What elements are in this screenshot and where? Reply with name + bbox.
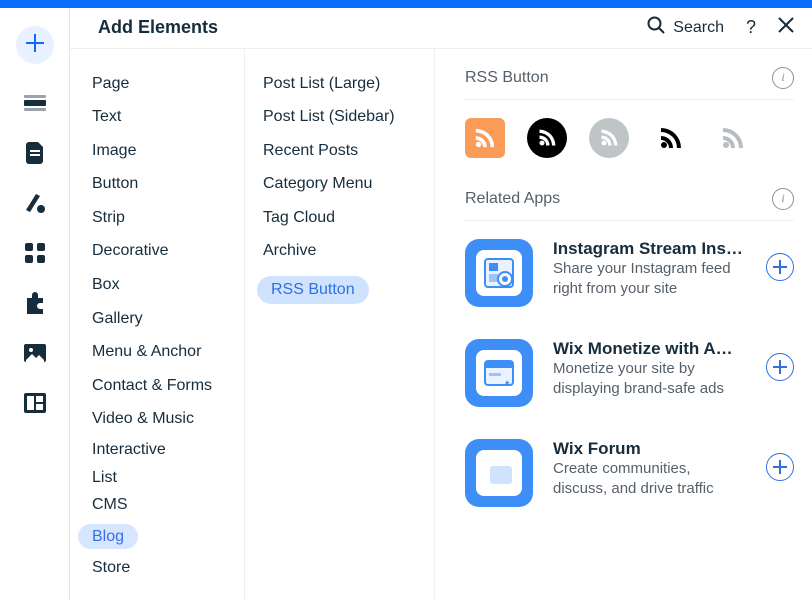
rss-style-grey-plain[interactable] [713, 118, 753, 158]
info-icon[interactable]: i [772, 67, 794, 89]
app-icon [465, 339, 533, 407]
app-description: Share your Instagram feed right from you… [553, 259, 746, 300]
app-title: Instagram Stream Ins… [553, 239, 746, 259]
category-item-label: Page [92, 75, 129, 92]
sublist-item[interactable]: Archive [263, 234, 422, 268]
add-elements-rail-button[interactable] [16, 26, 54, 64]
category-item[interactable]: Strip [92, 201, 244, 235]
category-item-label: List [92, 469, 117, 486]
sublist-item-label: Recent Posts [263, 142, 358, 159]
subcategory-column: Post List (Large) Post List (Sidebar) Rece… [245, 49, 435, 600]
sublist-item[interactable]: RSS Button [263, 268, 422, 312]
rail-icon-page[interactable] [24, 142, 46, 164]
rail-icon-media[interactable] [24, 342, 46, 364]
sublist-item-label: RSS Button [257, 276, 369, 304]
category-item-label: Blog [78, 524, 138, 550]
app-description: Monetize your site by displaying brand-s… [553, 359, 746, 400]
sublist-item-label: Category Menu [263, 175, 372, 192]
rss-style-row [465, 118, 794, 158]
rss-style-black-circle[interactable] [527, 118, 567, 158]
top-accent-bar [0, 0, 812, 8]
category-item[interactable]: Video & Music [92, 402, 244, 436]
category-item[interactable]: Blog [92, 519, 244, 555]
related-app[interactable]: Wix ForumCreate communities, discuss, an… [465, 439, 794, 507]
rss-section-title: RSS Button [465, 69, 549, 87]
category-item-label: Menu & Anchor [92, 343, 201, 360]
category-item-label: Interactive [92, 441, 166, 458]
sublist-item-label: Post List (Large) [263, 75, 380, 92]
rss-style-grey-circle[interactable] [589, 118, 629, 158]
search-label: Search [673, 19, 724, 37]
category-item-label: Box [92, 276, 120, 293]
sublist-item[interactable]: Category Menu [263, 167, 422, 201]
add-app-button[interactable] [766, 353, 794, 381]
sublist-item[interactable]: Post List (Large) [263, 67, 422, 101]
rail-icon-layout[interactable] [24, 392, 46, 414]
related-app[interactable]: Instagram Stream Ins…Share your Instagra… [465, 239, 794, 307]
search-icon [647, 16, 665, 39]
category-item[interactable]: Contact & Forms [92, 369, 244, 403]
category-item-label: Image [92, 142, 136, 159]
related-app[interactable]: Wix Monetize with A…Monetize your site b… [465, 339, 794, 407]
category-item[interactable]: CMS [92, 491, 244, 519]
category-item[interactable]: Gallery [92, 302, 244, 336]
rail-icon-design[interactable] [24, 192, 46, 214]
app-description: Create communities, discuss, and drive t… [553, 459, 746, 500]
close-icon[interactable] [778, 17, 794, 38]
plus-icon [773, 260, 787, 274]
app-icon [465, 439, 533, 507]
rail-icon-addons[interactable] [24, 292, 46, 314]
app-title: Wix Monetize with A… [553, 339, 746, 359]
related-apps-title: Related Apps [465, 190, 560, 208]
category-item[interactable]: List [92, 464, 244, 492]
sublist-item-label: Tag Cloud [263, 209, 335, 226]
sublist-item[interactable]: Recent Posts [263, 134, 422, 168]
category-item-label: Store [92, 559, 130, 576]
sublist-item-label: Post List (Sidebar) [263, 108, 395, 125]
help-icon[interactable]: ? [746, 17, 756, 38]
category-item[interactable]: Store [92, 554, 244, 582]
app-title: Wix Forum [553, 439, 746, 459]
category-item[interactable]: Interactive [92, 436, 244, 464]
category-item-label: Contact & Forms [92, 377, 212, 394]
plus-icon [773, 460, 787, 474]
category-item[interactable]: Menu & Anchor [92, 335, 244, 369]
sublist-item[interactable]: Post List (Sidebar) [263, 100, 422, 134]
category-item-label: Gallery [92, 310, 143, 327]
category-item-label: Button [92, 175, 138, 192]
sublist-item-label: Archive [263, 242, 316, 259]
info-icon[interactable]: i [772, 188, 794, 210]
category-item-label: Strip [92, 209, 125, 226]
panel-title: Add Elements [98, 17, 647, 38]
category-item-label: Video & Music [92, 410, 194, 427]
tool-rail [0, 8, 70, 600]
plus-icon [26, 34, 44, 57]
category-item-label: Decorative [92, 242, 168, 259]
app-icon [465, 239, 533, 307]
sublist-item[interactable]: Tag Cloud [263, 201, 422, 235]
category-column: Page Text Image Button Strip Decorative Box Gal… [70, 49, 245, 600]
add-app-button[interactable] [766, 253, 794, 281]
search-button[interactable]: Search [647, 16, 724, 39]
rss-style-black-plain[interactable] [651, 118, 691, 158]
add-app-button[interactable] [766, 453, 794, 481]
rail-icon-apps[interactable] [24, 242, 46, 264]
category-item[interactable]: Page [92, 67, 244, 101]
rail-icon-sections[interactable] [24, 92, 46, 114]
category-item[interactable]: Box [92, 268, 244, 302]
category-item[interactable]: Button [92, 167, 244, 201]
detail-column: RSS Button i [435, 49, 812, 600]
category-item-label: CMS [92, 496, 128, 513]
category-item[interactable]: Image [92, 134, 244, 168]
plus-icon [773, 360, 787, 374]
category-item-label: Text [92, 108, 121, 125]
rss-style-orange-square[interactable] [465, 118, 505, 158]
category-item[interactable]: Decorative [92, 234, 244, 268]
panel-header: Add Elements Search ? [70, 8, 812, 49]
category-item[interactable]: Text [92, 100, 244, 134]
